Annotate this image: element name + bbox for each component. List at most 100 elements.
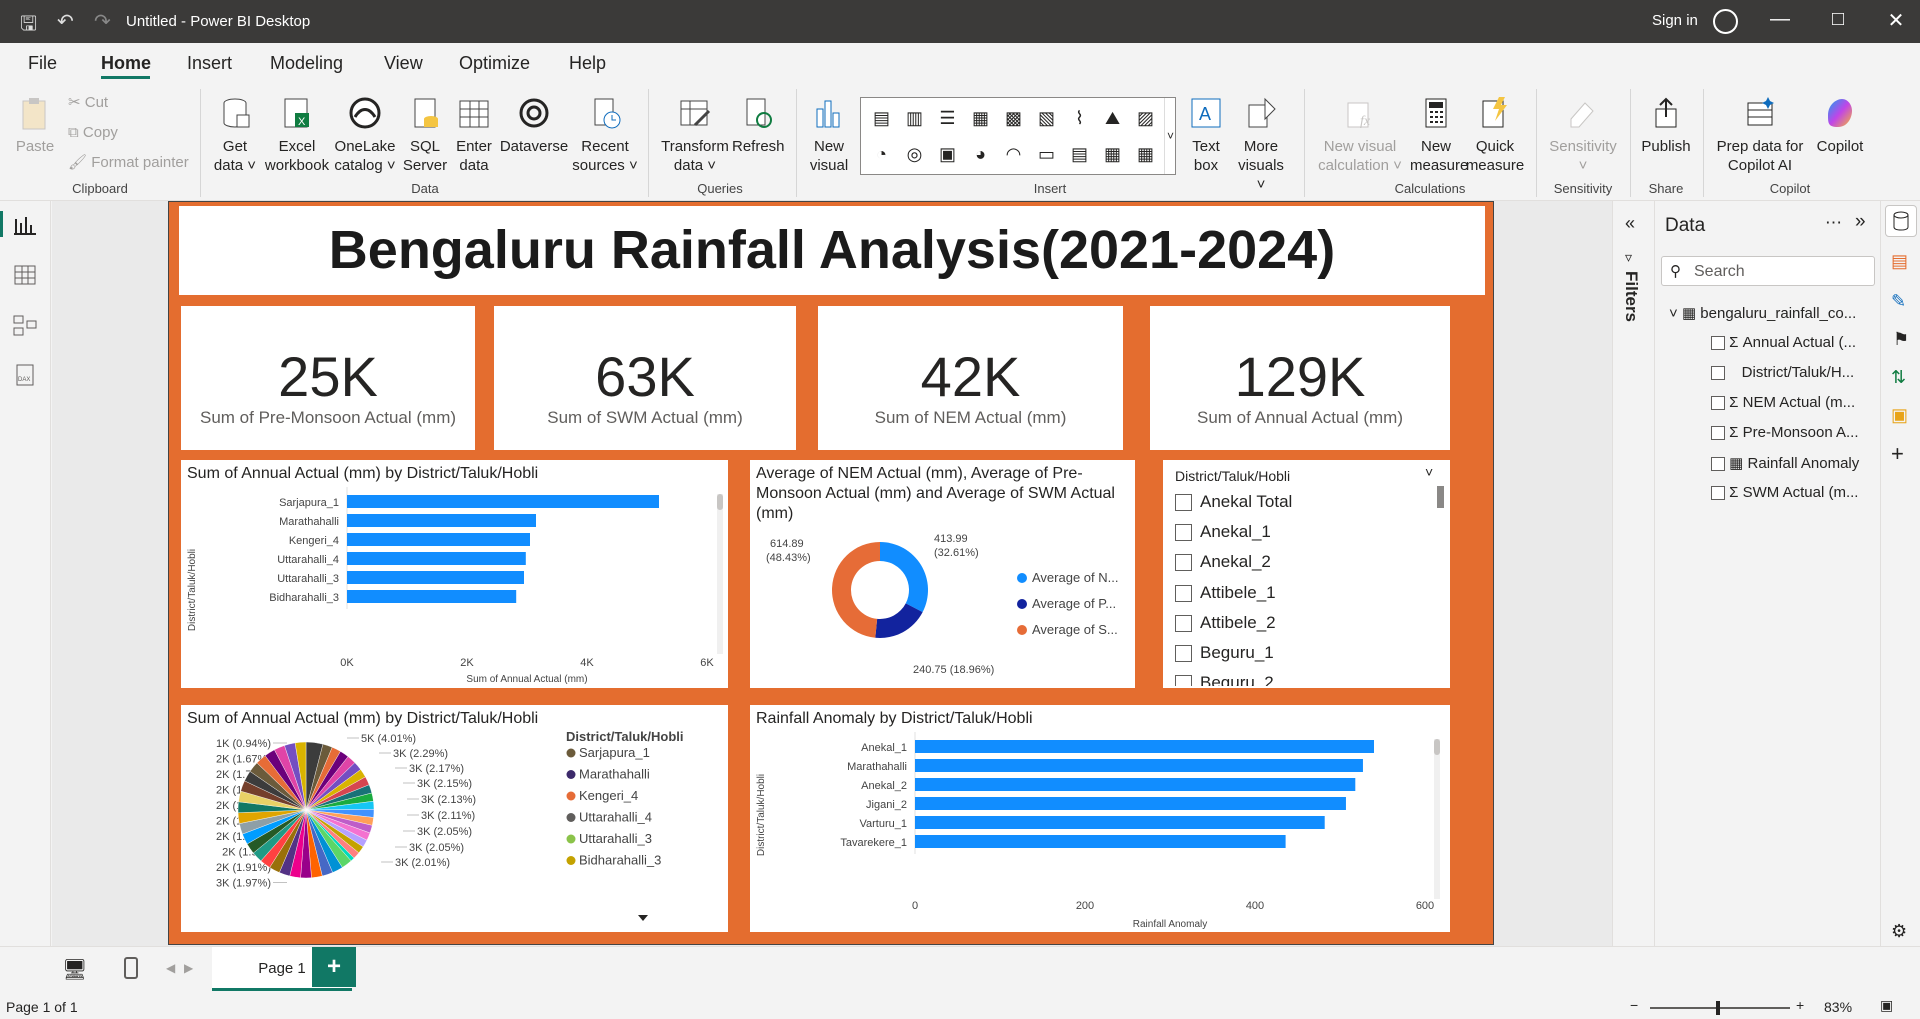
field-item[interactable]: Σ NEM Actual (m... bbox=[1711, 394, 1855, 411]
bar[interactable] bbox=[915, 778, 1356, 791]
donut-slice[interactable] bbox=[832, 542, 880, 638]
save-icon[interactable]: 🖫 bbox=[20, 9, 37, 43]
area-chart-icon[interactable]: ⛰ bbox=[1096, 100, 1129, 136]
table-icon[interactable]: ▦ bbox=[1096, 136, 1129, 172]
menu-home[interactable]: Home bbox=[101, 53, 151, 74]
stacked-bar-icon[interactable]: ▤ bbox=[865, 100, 898, 136]
new-measure-button[interactable]: New measure bbox=[1410, 95, 1468, 175]
sql-server-button[interactable]: SQL Server bbox=[400, 95, 450, 175]
zoom-in-button[interactable]: + bbox=[1796, 997, 1804, 1013]
menu-optimize[interactable]: Optimize bbox=[459, 53, 530, 74]
slicer-item[interactable]: Anekal_1 bbox=[1175, 522, 1271, 542]
new-visual-calculation-button[interactable]: fx New visual calculation ˅ bbox=[1312, 95, 1408, 175]
legend-scroll-down-icon[interactable] bbox=[638, 915, 648, 921]
bar[interactable] bbox=[347, 495, 659, 508]
minimize-icon[interactable]: — bbox=[1760, 8, 1800, 31]
account-icon[interactable] bbox=[1713, 9, 1738, 34]
bar[interactable] bbox=[915, 797, 1346, 810]
slicer-district[interactable]: District/Taluk/Hobli ˅ Anekal Total Anek… bbox=[1163, 460, 1450, 688]
100-column-icon[interactable]: ▧ bbox=[1030, 100, 1063, 136]
scrollbar[interactable] bbox=[717, 494, 723, 654]
line-chart-icon[interactable]: ⌇ bbox=[1063, 100, 1096, 136]
more-visuals-button[interactable]: More visuals ˅ bbox=[1232, 95, 1290, 194]
pie-chart-icon[interactable]: ◔ bbox=[865, 136, 898, 172]
bar[interactable] bbox=[347, 533, 530, 546]
new-visual-button[interactable]: New visual bbox=[804, 95, 854, 175]
slicer-item[interactable]: Attibele_2 bbox=[1175, 613, 1276, 633]
sign-in-button[interactable]: Sign in bbox=[1652, 12, 1698, 29]
scrollbar-thumb[interactable] bbox=[1434, 739, 1440, 755]
bar[interactable] bbox=[915, 816, 1325, 829]
chevron-down-icon[interactable]: ˅ bbox=[1425, 464, 1433, 480]
slicer-item[interactable]: Anekal_2 bbox=[1175, 552, 1271, 572]
ribbon-chart-icon[interactable]: ▨ bbox=[1129, 100, 1162, 136]
mobile-layout-icon[interactable] bbox=[124, 957, 138, 979]
stacked-column-icon[interactable]: ▥ bbox=[898, 100, 931, 136]
collapse-pane-icon[interactable]: » bbox=[1855, 211, 1866, 233]
excel-workbook-button[interactable]: X Excel workbook bbox=[262, 95, 332, 175]
bar[interactable] bbox=[347, 571, 524, 584]
bookmarks-icon[interactable]: ⚑ bbox=[1893, 329, 1909, 350]
visuals-gallery[interactable]: ▤ ▥ ☰ ▦ ▩ ▧ ⌇ ⛰ ▨ ◔ ◎ ▣ ◕ ◠ ▭ ▤ ▦ ▦ ˅ bbox=[860, 97, 1176, 175]
matrix-icon[interactable]: ▦ bbox=[1129, 136, 1162, 172]
scrollbar[interactable] bbox=[1434, 739, 1440, 899]
get-data-button[interactable]: Get data ˅ bbox=[210, 95, 260, 175]
bar[interactable] bbox=[915, 759, 1363, 772]
menu-file[interactable]: File bbox=[28, 53, 57, 74]
clustered-bar-icon[interactable]: ☰ bbox=[931, 100, 964, 136]
desktop-layout-icon[interactable]: 🖥 bbox=[62, 957, 87, 982]
table-node[interactable]: ˅ ▦ bengaluru_rainfall_co... bbox=[1669, 304, 1856, 322]
gallery-expand-icon[interactable]: ˅ bbox=[1164, 98, 1176, 174]
close-icon[interactable]: ✕ bbox=[1876, 8, 1916, 33]
field-item[interactable]: District/Taluk/H... bbox=[1711, 364, 1854, 381]
slicer-item[interactable]: Beguru_2 bbox=[1175, 673, 1274, 686]
scrollbar-thumb[interactable] bbox=[1437, 486, 1444, 508]
dax-query-view-icon[interactable]: DAX bbox=[12, 363, 38, 387]
kpi-card-annual[interactable]: 129K Sum of Annual Actual (mm) bbox=[1150, 306, 1450, 450]
enter-data-button[interactable]: Enter data bbox=[452, 95, 496, 175]
paste-button[interactable]: Paste bbox=[14, 95, 56, 156]
settings-gear-icon[interactable]: ⚙ bbox=[1891, 921, 1907, 942]
menu-modeling[interactable]: Modeling bbox=[270, 53, 343, 74]
recent-sources-button[interactable]: Recent sources ˅ bbox=[572, 95, 638, 175]
sensitivity-button[interactable]: Sensitivity ˅ bbox=[1542, 95, 1624, 175]
bar[interactable] bbox=[347, 590, 517, 603]
field-item[interactable]: Σ SWM Actual (m... bbox=[1711, 484, 1858, 501]
prep-data-copilot-button[interactable]: Prep data for Copilot AI bbox=[1712, 95, 1808, 175]
kpi-card-pre-monsoon[interactable]: 25K Sum of Pre-Monsoon Actual (mm) bbox=[181, 306, 475, 450]
map-icon[interactable]: ◕ bbox=[964, 136, 997, 172]
add-page-button[interactable]: + bbox=[312, 947, 356, 987]
menu-insert[interactable]: Insert bbox=[187, 53, 232, 74]
gauge-icon[interactable]: ◠ bbox=[997, 136, 1030, 172]
quick-measure-button[interactable]: Quick measure bbox=[1464, 95, 1526, 175]
build-visual-icon[interactable]: ▤ bbox=[1891, 251, 1908, 272]
scrollbar-thumb[interactable] bbox=[717, 494, 723, 510]
zoom-out-button[interactable]: − bbox=[1630, 997, 1638, 1013]
donut-slice[interactable] bbox=[875, 603, 923, 638]
bar[interactable] bbox=[347, 514, 536, 527]
field-item[interactable]: ▦ Rainfall Anomaly bbox=[1711, 454, 1859, 472]
menu-view[interactable]: View bbox=[384, 53, 423, 74]
donut-chart-icon[interactable]: ◎ bbox=[898, 136, 931, 172]
pie-chart-annual-actual[interactable]: Sum of Annual Actual (mm) by District/Ta… bbox=[181, 705, 728, 932]
copilot-button[interactable]: Copilot bbox=[1808, 95, 1872, 156]
zoom-slider-thumb[interactable] bbox=[1716, 1001, 1720, 1015]
refresh-button[interactable]: Refresh bbox=[732, 95, 785, 156]
slicer-item[interactable]: Attibele_1 bbox=[1175, 583, 1276, 603]
format-painter-button[interactable]: 🖌 Format painter bbox=[68, 153, 189, 172]
selection-icon[interactable]: ▣ bbox=[1891, 405, 1908, 426]
model-view-icon[interactable] bbox=[12, 313, 38, 337]
bar-chart-rainfall-anomaly[interactable]: Rainfall Anomaly by District/Taluk/Hobli… bbox=[750, 705, 1450, 932]
slicer-item[interactable]: Anekal Total bbox=[1175, 492, 1292, 512]
treemap-icon[interactable]: ▣ bbox=[931, 136, 964, 172]
onelake-catalog-button[interactable]: OneLake catalog ˅ bbox=[333, 95, 397, 175]
add-pane-icon[interactable]: + bbox=[1891, 441, 1904, 467]
report-view-icon[interactable] bbox=[12, 213, 38, 237]
search-input[interactable]: ⚲ Search bbox=[1661, 256, 1875, 286]
collapse-filters-icon[interactable]: « bbox=[1625, 213, 1635, 234]
kpi-card-nem[interactable]: 42K Sum of NEM Actual (mm) bbox=[818, 306, 1123, 450]
bar-chart-annual-actual[interactable]: Sum of Annual Actual (mm) by District/Ta… bbox=[181, 460, 728, 688]
bar[interactable] bbox=[915, 835, 1286, 848]
maximize-icon[interactable]: □ bbox=[1818, 8, 1858, 31]
next-page-icon[interactable]: ▶ bbox=[184, 961, 193, 975]
